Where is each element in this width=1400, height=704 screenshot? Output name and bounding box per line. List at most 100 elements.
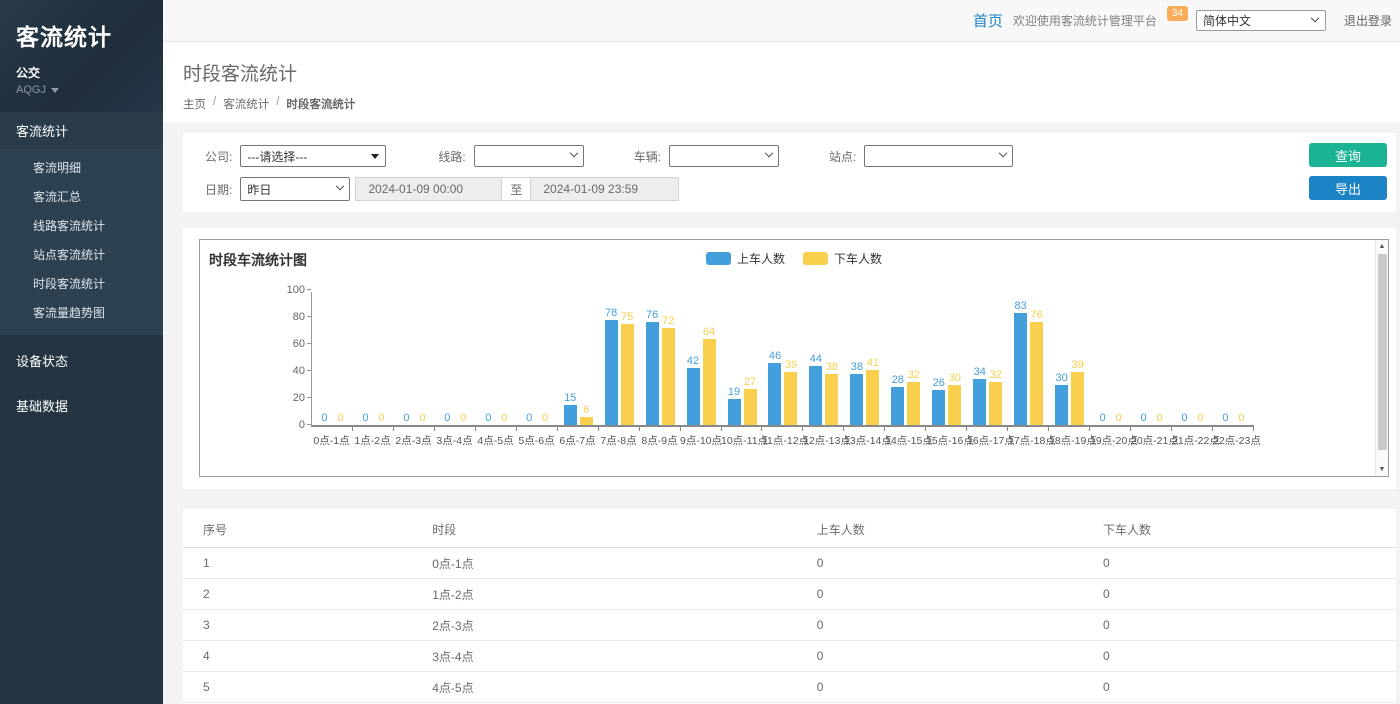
x-axis-label: 21点-22点: [1172, 433, 1213, 448]
table-row[interactable]: 43点-4点00: [183, 641, 1396, 672]
bar-下车人数[interactable]: 32: [907, 382, 920, 425]
x-axis-label: 11点-12点: [762, 433, 803, 448]
scroll-up-arrow-icon[interactable]: ▲: [1376, 240, 1388, 253]
sidebar-subitem-线路客流统计[interactable]: 线路客流统计: [0, 211, 163, 240]
table-row[interactable]: 32点-3点00: [183, 610, 1396, 641]
bar-下车人数[interactable]: 41: [866, 370, 879, 425]
bar-下车人数[interactable]: 38: [825, 374, 838, 425]
bar-下车人数[interactable]: 27: [744, 389, 757, 425]
y-axis-label: 40: [293, 365, 305, 377]
table-cell: 0: [797, 672, 1083, 703]
bar-value-label: 38: [826, 361, 838, 373]
date-from-input[interactable]: 2024-01-09 00:00: [355, 177, 502, 201]
bar-上车人数[interactable]: 42: [687, 368, 700, 425]
chart-category-slot: 00: [353, 292, 394, 425]
bar-上车人数[interactable]: 19: [728, 399, 741, 425]
bar-下车人数[interactable]: 76: [1030, 322, 1043, 425]
bar-下车人数[interactable]: 32: [989, 382, 1002, 425]
y-axis-tick: [307, 316, 311, 317]
company-select-value: ---请选择---: [247, 148, 307, 165]
date-preset-select[interactable]: 昨日: [240, 177, 350, 201]
chevron-down-icon: [765, 149, 773, 157]
scroll-down-arrow-icon[interactable]: ▼: [1376, 463, 1388, 476]
x-axis-label: 13点-14点: [844, 433, 885, 448]
sidebar-item-设备状态[interactable]: 设备状态: [0, 341, 163, 380]
legend-color-chip: [803, 252, 828, 265]
query-button[interactable]: 查询: [1309, 143, 1387, 167]
table-row[interactable]: 54点-5点00: [183, 672, 1396, 703]
table-row[interactable]: 21点-2点00: [183, 579, 1396, 610]
chart-scrollbar[interactable]: ▲ ▼: [1375, 240, 1388, 476]
bar-下车人数[interactable]: 64: [703, 339, 716, 425]
x-axis-label: 6点-7点: [557, 433, 598, 448]
sidebar-subitem-客流汇总[interactable]: 客流汇总: [0, 182, 163, 211]
bar-上车人数[interactable]: 15: [564, 405, 577, 425]
bar-上车人数[interactable]: 34: [973, 379, 986, 425]
sidebar-subitem-客流明细[interactable]: 客流明细: [0, 153, 163, 182]
chart-category-slot: 7672: [640, 292, 681, 425]
bar-value-label: 26: [933, 377, 945, 389]
main-area: 首页 欢迎使用客流统计管理平台 34 简体中文 退出登录 时段客流统计 主页/客…: [163, 0, 1400, 704]
logout-link[interactable]: 退出登录: [1344, 12, 1392, 29]
org-code-dropdown[interactable]: AQGJ: [16, 84, 163, 96]
table-cell: 3点-4点: [412, 641, 797, 672]
table-cell: 1点-2点: [412, 579, 797, 610]
scrollbar-thumb[interactable]: [1378, 254, 1387, 450]
sidebar-item-基础数据[interactable]: 基础数据: [0, 386, 163, 425]
chevron-down-icon: [1311, 13, 1319, 21]
table-cell: 0: [797, 641, 1083, 672]
table-cell: 2: [183, 579, 412, 610]
sidebar-subitem-客流量趋势图[interactable]: 客流量趋势图: [0, 298, 163, 327]
x-axis-label: 20点-21点: [1131, 433, 1172, 448]
y-axis-label: 80: [293, 311, 305, 323]
bar-上车人数[interactable]: 76: [646, 322, 659, 425]
bar-value-label: 0: [501, 412, 507, 424]
sidebar-logo-area: 客流统计 公交 AQGJ: [0, 0, 163, 112]
bar-下车人数[interactable]: 39: [1071, 372, 1084, 425]
date-to-input[interactable]: 2024-01-09 23:59: [530, 177, 679, 201]
sidebar-item-passenger-stats[interactable]: 客流统计: [0, 112, 163, 149]
line-select[interactable]: [474, 145, 584, 167]
bar-value-label: 0: [321, 412, 327, 424]
bar-下车人数[interactable]: 6: [580, 417, 593, 425]
bar-value-label: 30: [1056, 372, 1068, 384]
bar-下车人数[interactable]: 72: [662, 328, 675, 425]
bar-value-label: 78: [605, 307, 617, 319]
chart-category-slot: 00: [394, 292, 435, 425]
chart-category-slot: 00: [1172, 292, 1213, 425]
vehicle-select[interactable]: [669, 145, 779, 167]
legend-label: 下车人数: [834, 250, 882, 267]
sidebar-subitem-时段客流统计[interactable]: 时段客流统计: [0, 269, 163, 298]
language-select[interactable]: 简体中文: [1196, 10, 1326, 31]
export-button[interactable]: 导出: [1309, 176, 1387, 200]
legend-item-上车人数[interactable]: 上车人数: [706, 250, 785, 267]
table-row[interactable]: 10点-1点00: [183, 548, 1396, 579]
station-select[interactable]: [864, 145, 1013, 167]
bar-上车人数[interactable]: 44: [809, 366, 822, 425]
chart-category-slot: 4438: [803, 292, 844, 425]
bar-上车人数[interactable]: 38: [850, 374, 863, 425]
bar-上车人数[interactable]: 26: [932, 390, 945, 425]
bar-chart-plot: 0204060801000000000000001567875767242641…: [311, 292, 1254, 427]
sidebar-subitem-站点客流统计[interactable]: 站点客流统计: [0, 240, 163, 269]
bar-上车人数[interactable]: 28: [891, 387, 904, 425]
bar-上车人数[interactable]: 30: [1055, 385, 1068, 426]
x-axis-label: 16点-17点: [967, 433, 1008, 448]
chart-category-slot: 00: [312, 292, 353, 425]
notification-badge[interactable]: 34: [1167, 6, 1188, 21]
home-link[interactable]: 首页: [973, 10, 1003, 31]
bar-上车人数[interactable]: 46: [768, 363, 781, 425]
breadcrumb-item[interactable]: 主页: [183, 96, 206, 112]
x-axis-label: 3点-4点: [434, 433, 475, 448]
bar-value-label: 27: [744, 376, 756, 388]
bar-上车人数[interactable]: 83: [1014, 313, 1027, 425]
breadcrumb-item[interactable]: 客流统计: [223, 96, 269, 112]
bar-下车人数[interactable]: 30: [948, 385, 961, 426]
breadcrumb-item[interactable]: 时段客流统计: [286, 96, 355, 112]
company-select[interactable]: ---请选择---: [240, 145, 386, 167]
legend-item-下车人数[interactable]: 下车人数: [803, 250, 882, 267]
x-axis-label: 18点-19点: [1049, 433, 1090, 448]
bar-下车人数[interactable]: 75: [621, 324, 634, 425]
bar-下车人数[interactable]: 39: [784, 372, 797, 425]
bar-上车人数[interactable]: 78: [605, 320, 618, 425]
